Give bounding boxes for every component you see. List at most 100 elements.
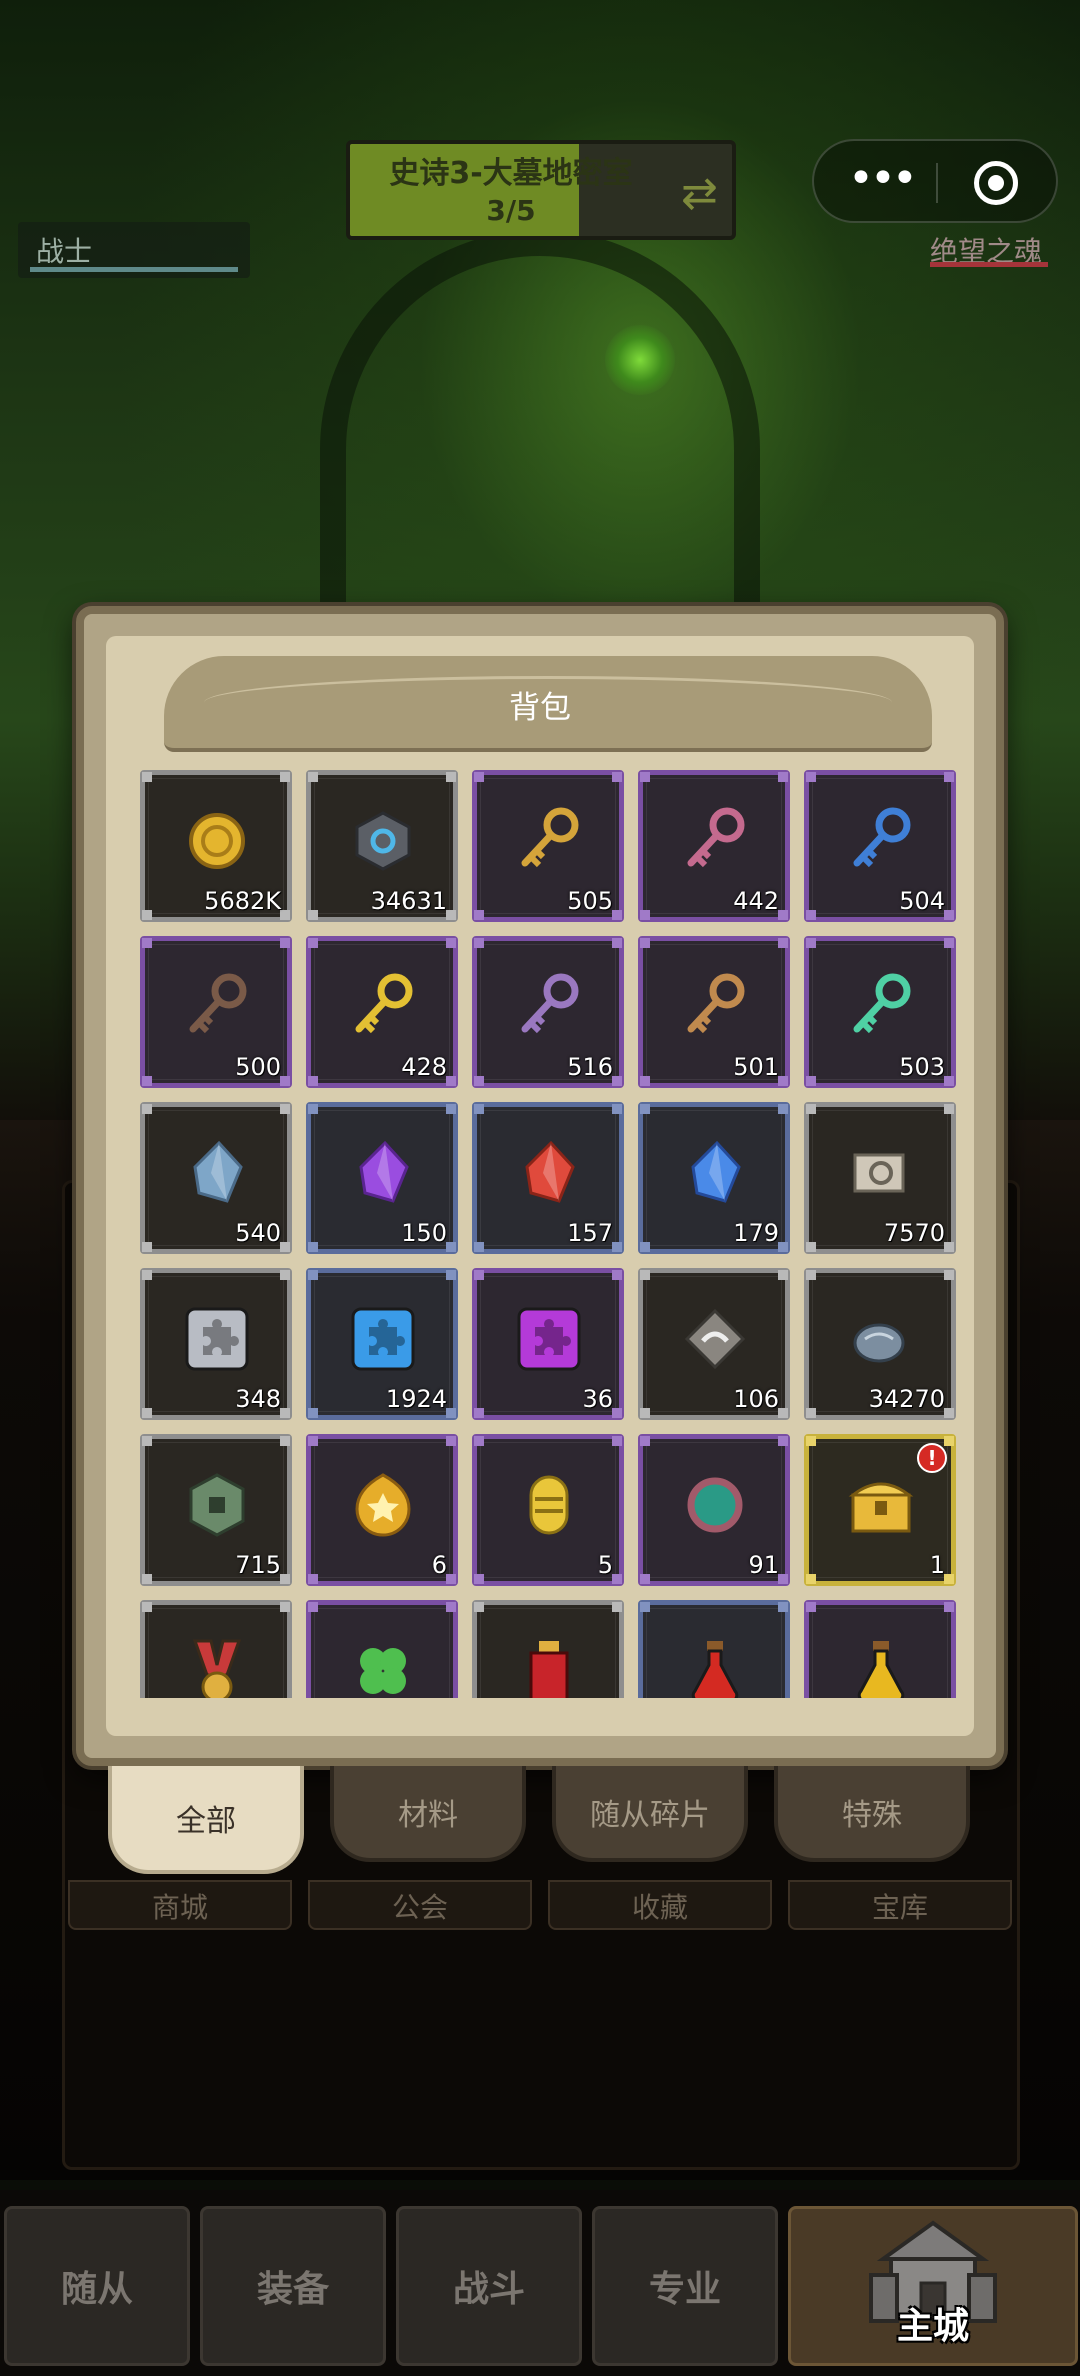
slot-corner: [640, 1602, 650, 1612]
slot-corner: [612, 1408, 622, 1418]
slot-corner: [944, 1408, 954, 1418]
item-slot[interactable]: 5682K: [140, 770, 292, 922]
item-slot[interactable]: [472, 1600, 624, 1698]
item-count: 1: [929, 1551, 945, 1579]
item-slot[interactable]: 6: [306, 1434, 458, 1586]
slot-corner: [142, 1270, 152, 1280]
slot-corner: [280, 772, 290, 782]
slot-corner: [806, 1104, 816, 1114]
slot-corner: [308, 1104, 318, 1114]
backpack-panel: 背包 5682K 34631 505 442 504 500 428 516 501 503 540…: [76, 606, 1004, 1766]
nav-equipment[interactable]: 装备: [200, 2206, 386, 2366]
slot-corner: [474, 1602, 484, 1612]
slot-corner: [142, 1076, 152, 1086]
nav-main-city[interactable]: 主城: [788, 2206, 1078, 2366]
item-slot[interactable]: 500: [140, 936, 292, 1088]
refresh-icon[interactable]: ⇄: [681, 172, 718, 216]
slot-corner: [280, 1408, 290, 1418]
slot-corner: [446, 1104, 456, 1114]
slot-corner: [142, 1574, 152, 1584]
slot-corner: [474, 772, 484, 782]
slot-corner: [280, 1574, 290, 1584]
nav-battle[interactable]: 战斗: [396, 2206, 582, 2366]
slot-corner: [778, 772, 788, 782]
slot-corner: [308, 1408, 318, 1418]
item-slot[interactable]: 540: [140, 1102, 292, 1254]
item-slot[interactable]: 36: [472, 1268, 624, 1420]
item-count: 540: [235, 1219, 281, 1247]
slot-corner: [308, 1574, 318, 1584]
slot-corner: [446, 1574, 456, 1584]
item-slot[interactable]: [306, 1600, 458, 1698]
red-potion-bottle-icon: [513, 1635, 585, 1698]
hero-name: 战士: [36, 235, 93, 268]
item-slot[interactable]: 34270: [804, 1268, 956, 1420]
item-count: 5: [597, 1551, 613, 1579]
slot-corner: [778, 1408, 788, 1418]
item-slot[interactable]: 106: [638, 1268, 790, 1420]
item-slot[interactable]: 715: [140, 1434, 292, 1586]
slot-corner: [944, 1270, 954, 1280]
background-tab-guild: 公会: [308, 1880, 532, 1930]
slot-corner: [446, 1602, 456, 1612]
item-count: 179: [733, 1219, 779, 1247]
slot-corner: [142, 1242, 152, 1252]
item-slot[interactable]: 503: [804, 936, 956, 1088]
slot-corner: [474, 910, 484, 920]
item-slot[interactable]: 157: [472, 1102, 624, 1254]
item-count: 91: [748, 1551, 779, 1579]
item-slot[interactable]: 1924: [306, 1268, 458, 1420]
item-slot[interactable]: [804, 1600, 956, 1698]
slot-corner: [474, 1436, 484, 1446]
item-slot[interactable]: 348: [140, 1268, 292, 1420]
slot-corner: [778, 1602, 788, 1612]
item-slot[interactable]: 5: [472, 1434, 624, 1586]
bronze-key-icon: [181, 971, 253, 1043]
slot-corner: [612, 910, 622, 920]
item-slot[interactable]: 505: [472, 770, 624, 922]
slot-corner: [280, 910, 290, 920]
item-slot[interactable]: 1!: [804, 1434, 956, 1586]
slot-corner: [474, 1270, 484, 1280]
item-slot[interactable]: 7570: [804, 1102, 956, 1254]
tab-special[interactable]: 特殊: [774, 1766, 970, 1862]
fish-fossil-icon: [845, 1303, 917, 1375]
slot-corner: [308, 1076, 318, 1086]
item-slot[interactable]: 501: [638, 936, 790, 1088]
dungeon-progress-bar[interactable]: 史诗3-大墓地密室 3/5 ⇄: [346, 140, 736, 240]
tab-materials[interactable]: 材料: [330, 1766, 526, 1862]
copper-key-icon: [679, 971, 751, 1043]
item-slot[interactable]: 34631: [306, 770, 458, 922]
item-slot[interactable]: 179: [638, 1102, 790, 1254]
slot-corner: [640, 1076, 650, 1086]
slot-corner: [308, 1602, 318, 1612]
slot-corner: [612, 1076, 622, 1086]
hero-status: 战士: [18, 222, 250, 278]
tab-all[interactable]: 全部: [108, 1766, 304, 1874]
background-arch: [320, 230, 760, 650]
item-count: 348: [235, 1385, 281, 1413]
tab-follower-shards[interactable]: 随从碎片: [552, 1766, 748, 1862]
medal-icon: [181, 1635, 253, 1698]
slot-corner: [446, 1408, 456, 1418]
item-slot[interactable]: [638, 1600, 790, 1698]
blue-key-icon: [845, 805, 917, 877]
item-count: 503: [899, 1053, 945, 1081]
slot-corner: [778, 1242, 788, 1252]
item-slot[interactable]: 442: [638, 770, 790, 922]
item-slot[interactable]: 91: [638, 1434, 790, 1586]
ornate-gold-key-icon: [347, 971, 419, 1043]
item-count: 36: [582, 1385, 613, 1413]
slot-corner: [640, 938, 650, 948]
nav-followers[interactable]: 随从: [4, 2206, 190, 2366]
item-slot[interactable]: 516: [472, 936, 624, 1088]
item-slot[interactable]: 428: [306, 936, 458, 1088]
item-slot[interactable]: [140, 1600, 292, 1698]
more-icon[interactable]: •••: [848, 157, 918, 201]
item-slot[interactable]: 504: [804, 770, 956, 922]
red-flask-icon: [679, 1635, 751, 1698]
nav-profession[interactable]: 专业: [592, 2206, 778, 2366]
item-slot[interactable]: 150: [306, 1102, 458, 1254]
slot-corner: [612, 1270, 622, 1280]
close-target-icon[interactable]: [974, 161, 1018, 205]
